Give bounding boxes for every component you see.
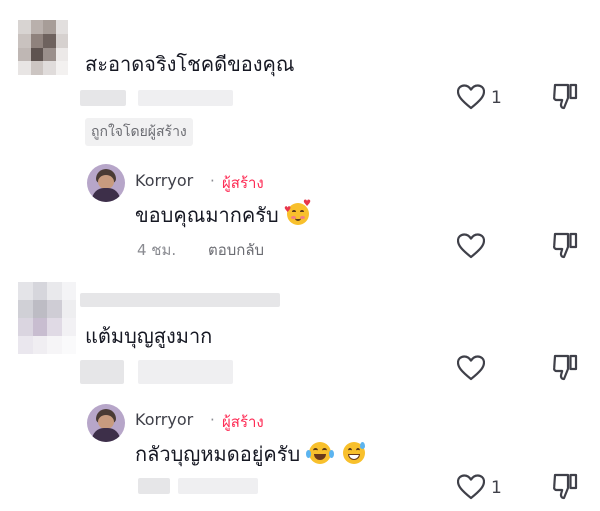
reply-author-name[interactable]: Korryor [135, 410, 193, 429]
dislike-button[interactable] [552, 354, 578, 382]
grinning-face-with-sweat-icon [342, 442, 365, 464]
like-button[interactable] [457, 474, 485, 500]
face-with-tears-of-joy-icon [305, 442, 334, 464]
redacted-username [80, 293, 280, 307]
redacted-meta [138, 478, 170, 494]
heart-icon [457, 84, 485, 110]
redacted-meta [80, 90, 126, 106]
redacted-meta [80, 360, 124, 384]
dislike-button[interactable] [552, 473, 578, 501]
like-button[interactable] [457, 233, 485, 259]
reply-timestamp: 4 ชม. [137, 241, 177, 259]
liked-by-creator-badge: ถูกใจโดยผู้สร้าง [85, 118, 193, 146]
reply-text: กลัวบุญหมดอยู่ครับ [135, 440, 365, 468]
like-count: 1 [491, 88, 502, 108]
heart-icon [457, 233, 485, 259]
creator-avatar[interactable] [87, 404, 125, 442]
commenter-avatar[interactable] [18, 20, 68, 75]
thumbs-down-icon [553, 473, 578, 500]
commenter-avatar[interactable] [18, 282, 76, 354]
thumbs-down-icon [553, 354, 578, 381]
creator-label: ผู้สร้าง [222, 413, 264, 431]
reply-author-name[interactable]: Korryor [135, 171, 193, 190]
like-button[interactable] [457, 84, 485, 110]
creator-label: ผู้สร้าง [222, 174, 264, 192]
heart-icon [457, 474, 485, 500]
separator-dot: · [210, 411, 215, 429]
dislike-button[interactable] [552, 83, 578, 111]
reply-text-body: ขอบคุณมากครับ [135, 203, 279, 227]
like-button[interactable] [457, 355, 485, 381]
reply-button[interactable]: ตอบกลับ [208, 238, 264, 262]
reply-text: ขอบคุณมากครับ ♥ ♥ [135, 200, 311, 229]
thumbs-down-icon [553, 232, 578, 259]
redacted-meta [138, 360, 233, 384]
heart-icon [457, 355, 485, 381]
separator-dot: · [210, 172, 215, 190]
redacted-meta [138, 90, 233, 106]
creator-avatar[interactable] [87, 164, 125, 202]
smiling-face-with-hearts-icon: ♥ ♥ [284, 200, 311, 225]
comment-text: สะอาดจริงโชคดีของคุณ [85, 52, 295, 76]
comment-text: แต้มบุญสูงมาก [85, 324, 213, 348]
redacted-meta [178, 478, 258, 494]
dislike-button[interactable] [552, 232, 578, 260]
like-count: 1 [491, 478, 502, 498]
reply-text-body: กลัวบุญหมดอยู่ครับ [135, 442, 301, 466]
thumbs-down-icon [553, 83, 578, 110]
